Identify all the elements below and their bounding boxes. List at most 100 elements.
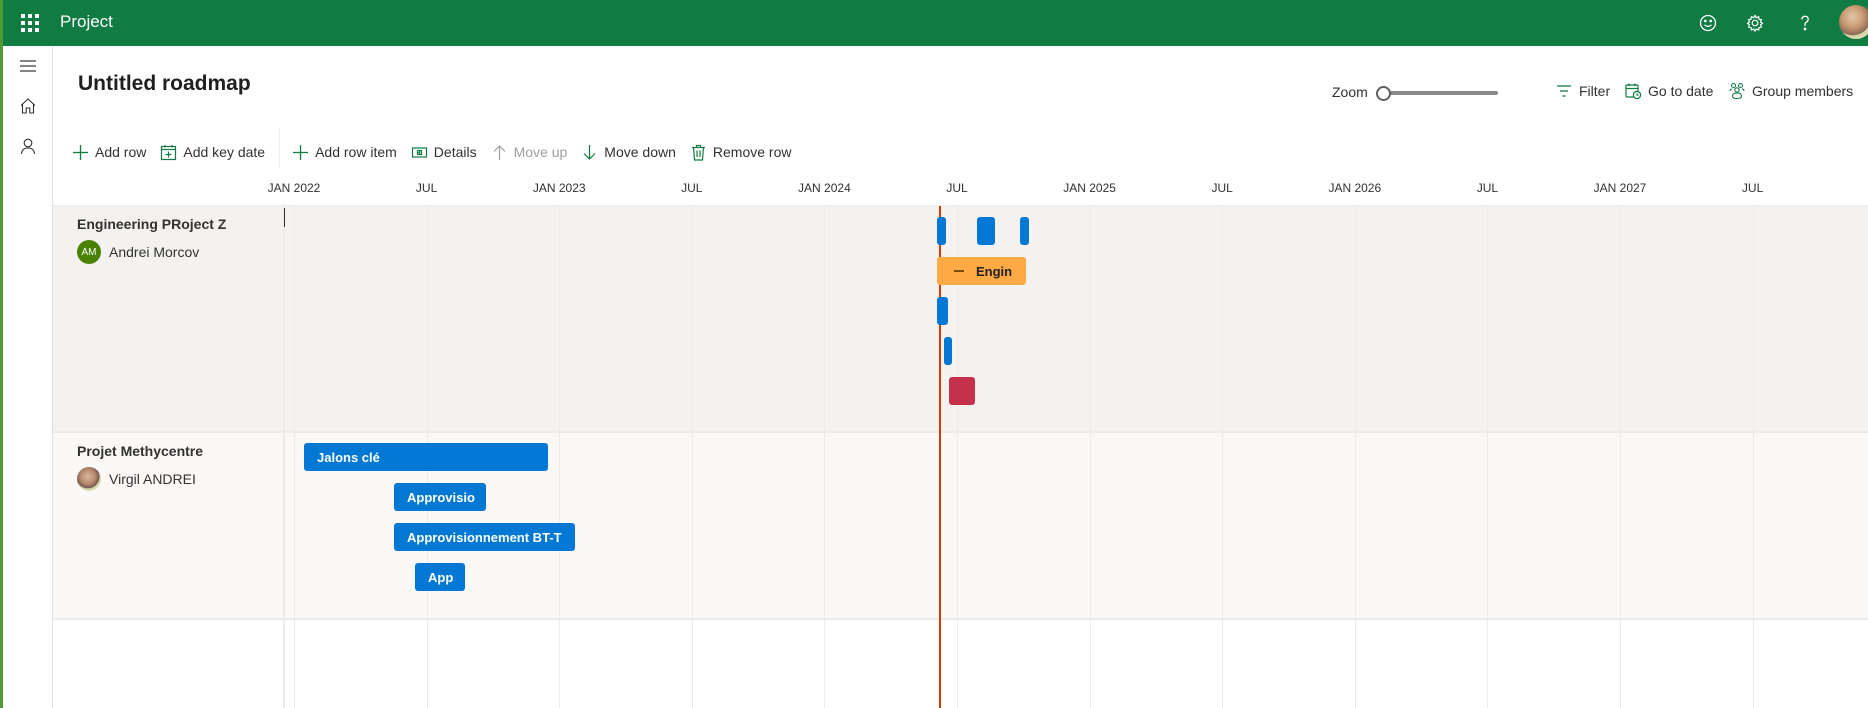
timeline-grid-line (559, 206, 561, 708)
row-label-cell[interactable]: Engineering PRoject Z AM Andrei Morcov (53, 206, 284, 431)
go-to-date-button[interactable]: Go to date (1624, 82, 1713, 100)
app-title[interactable]: Project (60, 12, 113, 32)
person-icon[interactable] (17, 135, 39, 157)
group-members-icon (1729, 82, 1745, 100)
row-item-bar[interactable] (1020, 217, 1029, 245)
plus-icon (293, 144, 309, 160)
feedback-smiley-icon[interactable] (1697, 12, 1719, 34)
move-up-button[interactable]: Move up (491, 144, 568, 161)
timeline-header: JAN 2022 JUL JAN 2023 JUL JAN 2024 JUL JAN 202… (53, 172, 1868, 206)
text-cursor (284, 208, 285, 227)
hamburger-menu-icon[interactable] (17, 55, 39, 77)
move-down-button[interactable]: Move down (581, 144, 676, 161)
empty-row-area[interactable] (53, 620, 1868, 708)
row-item-bar[interactable] (977, 217, 995, 245)
toolbar-divider (279, 128, 281, 168)
row-item-label: Approvisionnement BT-T (407, 529, 562, 545)
timeline-tick-label: JUL (1741, 181, 1764, 195)
add-key-date-label: Add key date (183, 144, 266, 160)
empty-label-cell (53, 620, 284, 708)
trash-icon (691, 144, 705, 161)
page-title[interactable]: Untitled roadmap (78, 72, 251, 96)
group-members-label: Group members (1752, 83, 1854, 99)
details-button[interactable]: Details (411, 144, 477, 161)
row-item-bar[interactable]: Jalons clé (304, 443, 548, 471)
zoom-slider[interactable] (1376, 84, 1500, 102)
timeline-tick-label: JUL (681, 181, 703, 195)
timeline-grid-line (1354, 206, 1356, 708)
row-name[interactable]: Projet Methycentre (77, 443, 203, 459)
add-row-label: Add row (95, 144, 147, 160)
row-item-label: Jalons clé (317, 449, 380, 465)
filter-icon (1557, 85, 1571, 97)
details-panel-icon (411, 146, 427, 158)
remove-row-button[interactable]: Remove row (690, 144, 792, 161)
user-avatar[interactable] (1839, 5, 1868, 39)
go-to-date-label: Go to date (1648, 83, 1714, 99)
left-nav-sidebar (3, 46, 53, 708)
app-launcher-waffle-icon[interactable] (21, 14, 39, 32)
owner-avatar (77, 467, 101, 491)
timeline-grid-line (1487, 206, 1489, 708)
timeline-tick-label: JAN 2022 (267, 181, 321, 195)
row-item-label: Approvisio (407, 489, 475, 505)
calendar-add-icon (161, 144, 177, 160)
arrow-down-icon (583, 144, 596, 160)
row-name[interactable]: Engineering PRoject Z (77, 216, 226, 232)
row-item-bar[interactable] (944, 337, 952, 365)
row-item-label: Engin (976, 263, 1013, 279)
collapse-group-icon[interactable] (954, 270, 964, 272)
details-label: Details (433, 144, 477, 160)
owner-avatar: AM (77, 240, 101, 264)
timeline-grid-line (691, 206, 693, 708)
zoom-label: Zoom (1332, 84, 1368, 100)
home-icon[interactable] (17, 95, 39, 117)
zoom-slider-track (1382, 91, 1498, 95)
timeline-tick-label: JAN 2025 (1063, 181, 1116, 195)
app-header-bar: Project (3, 0, 1868, 46)
arrow-up-icon (493, 144, 506, 160)
remove-row-label: Remove row (712, 144, 792, 160)
row-item-bar[interactable] (937, 297, 948, 325)
row-owner: AM Andrei Morcov (77, 240, 199, 264)
plus-icon (73, 144, 88, 160)
add-row-button[interactable]: Add row (72, 144, 146, 161)
row-label-cell[interactable]: Projet Methycentre Virgil ANDREI (53, 433, 284, 618)
group-members-button[interactable]: Group members (1728, 82, 1853, 100)
move-up-label: Move up (513, 144, 568, 160)
timeline-grid-line (1752, 206, 1754, 708)
add-key-date-button[interactable]: Add key date (160, 144, 265, 161)
row-item-bar[interactable] (937, 217, 946, 245)
project-roadmap-app: Project Untitled roadmap Zoom Filter Go … (0, 0, 1868, 708)
roadmap-toolbar: Add row Add key date Add row item Detail… (72, 128, 805, 168)
timeline-grid-line (824, 206, 826, 708)
owner-name: Andrei Morcov (109, 244, 200, 260)
settings-gear-icon[interactable] (1744, 12, 1766, 34)
row-item-bar[interactable]: Approvisio (394, 483, 486, 511)
help-question-icon[interactable] (1794, 12, 1816, 34)
owner-name: Virgil ANDREI (109, 471, 196, 487)
timeline-tick-label: JUL (1476, 181, 1499, 195)
timeline-grid-line (1620, 206, 1621, 708)
row-item-group-bar[interactable]: Engin (937, 257, 1026, 285)
row-item-label: App (428, 569, 454, 585)
row-item-bar[interactable] (949, 377, 975, 405)
calendar-clock-icon (1625, 83, 1642, 100)
zoom-slider-thumb[interactable] (1376, 86, 1391, 101)
timeline-tick-label: JAN 2024 (798, 181, 851, 195)
add-row-item-button[interactable]: Add row item (292, 144, 397, 161)
timeline-tick-label: JAN 2026 (1328, 181, 1382, 195)
filter-button[interactable]: Filter (1555, 82, 1610, 100)
timeline-grid-line (1222, 206, 1224, 708)
timeline-tick-label: JUL (946, 181, 968, 195)
row-item-bar[interactable]: App (415, 563, 465, 591)
timeline-tick-label: JAN 2027 (1593, 181, 1647, 195)
row-item-bar[interactable]: Approvisionnement BT-T (394, 523, 575, 551)
add-row-item-label: Add row item (315, 144, 397, 160)
timeline-tick-label: JUL (415, 181, 438, 195)
timeline-tick-label: JAN 2023 (532, 181, 586, 195)
filter-label: Filter (1579, 83, 1611, 99)
timeline-tick-label: JUL (1211, 181, 1233, 195)
timeline-grid-line (1089, 206, 1091, 708)
timeline-start-line (284, 206, 285, 708)
